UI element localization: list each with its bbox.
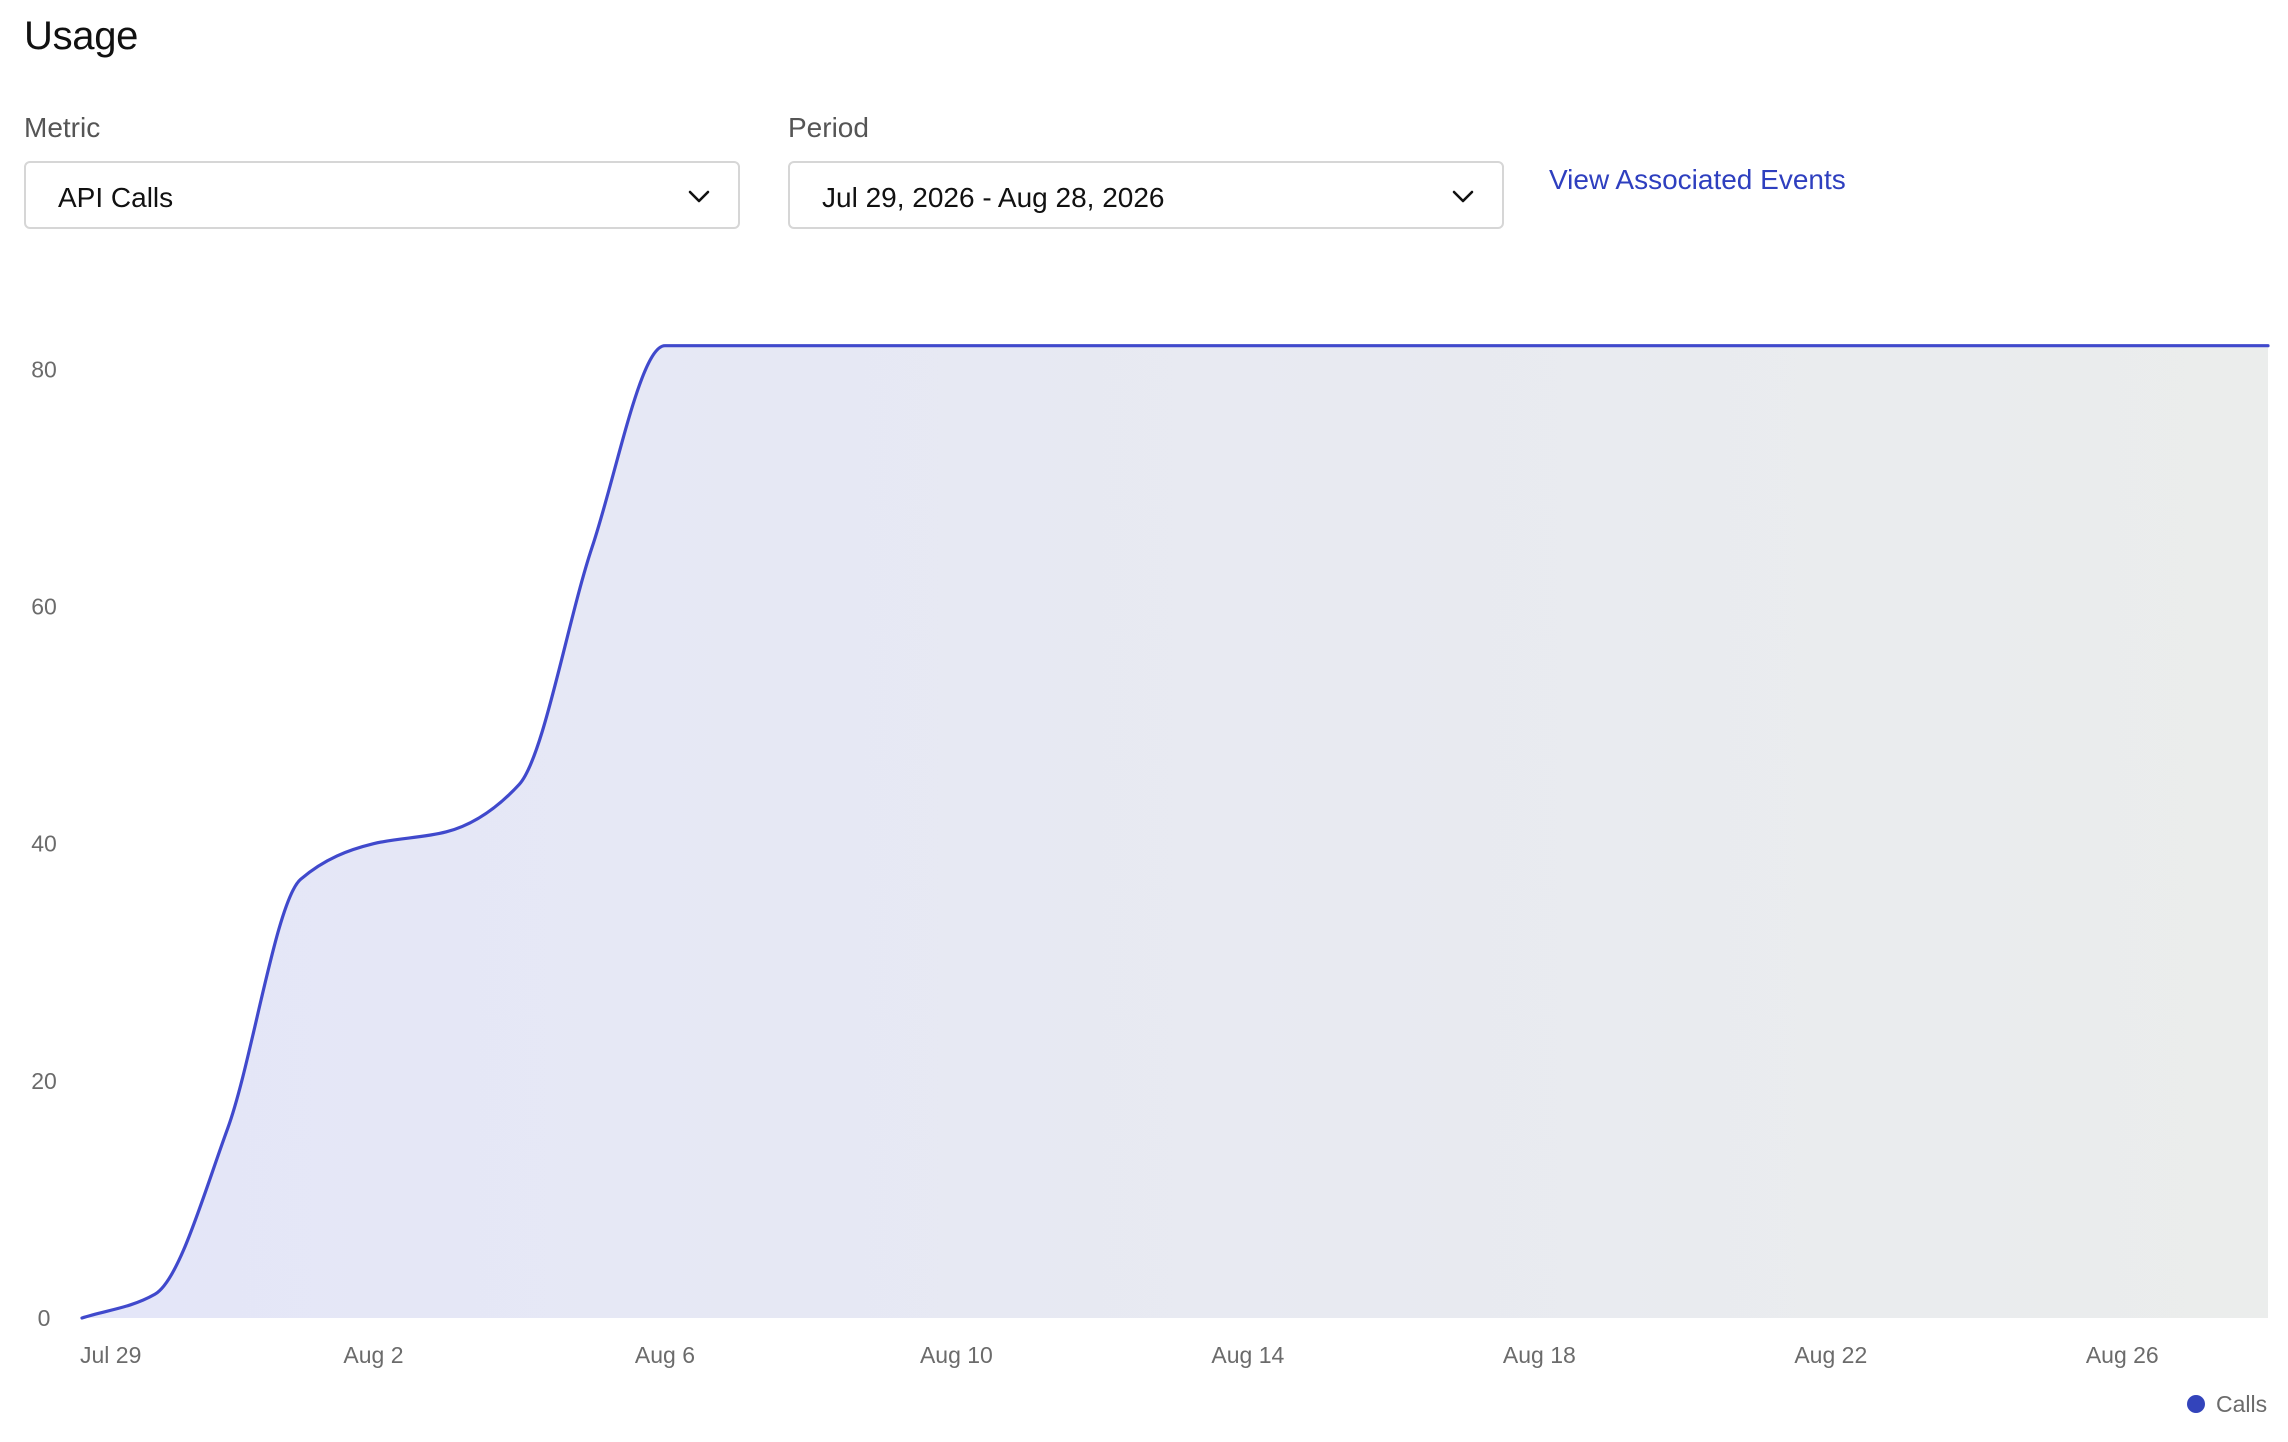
period-select-value: Jul 29, 2026 - Aug 28, 2026 bbox=[822, 182, 1165, 213]
series-area-0 bbox=[82, 345, 2268, 1319]
y-axis: 0 20 40 60 80 bbox=[31, 356, 57, 1331]
chart-legend: Calls bbox=[2187, 1391, 2267, 1417]
chart-area-layer bbox=[82, 345, 2268, 1319]
x-tick-label: Aug 6 bbox=[635, 1342, 695, 1368]
y-tick-label: 80 bbox=[31, 356, 57, 382]
metric-label: Metric bbox=[24, 112, 101, 143]
period-select[interactable]: Jul 29, 2026 - Aug 28, 2026 bbox=[788, 161, 1504, 229]
page-title: Usage bbox=[24, 14, 139, 58]
y-tick-label: 20 bbox=[31, 1068, 57, 1094]
x-tick-label: Aug 18 bbox=[1503, 1342, 1576, 1368]
x-tick-label: Aug 26 bbox=[2086, 1342, 2159, 1368]
y-tick-label: 0 bbox=[38, 1305, 51, 1331]
x-tick-label: Aug 2 bbox=[343, 1342, 403, 1368]
metric-select-value: API Calls bbox=[58, 182, 174, 213]
circle-icon bbox=[2187, 1395, 2205, 1413]
x-tick-label: Jul 29 bbox=[80, 1342, 141, 1368]
metric-select[interactable]: API Calls bbox=[24, 161, 740, 229]
x-tick-label: Aug 22 bbox=[1794, 1342, 1867, 1368]
chevron-down-icon bbox=[688, 190, 710, 203]
view-associated-events-link[interactable]: View Associated Events bbox=[1549, 164, 1846, 196]
x-axis: Jul 29 Aug 2 Aug 6 Aug 10 Aug 14 Aug 18 Aug 22… bbox=[80, 1342, 2159, 1368]
usage-chart: 0 20 40 60 80 Jul 29 Aug 2 Aug 6 Aug 10 Aug 14 Au… bbox=[31, 344, 2270, 1417]
x-tick-label: Aug 14 bbox=[1211, 1342, 1284, 1368]
period-label: Period bbox=[788, 112, 869, 143]
chevron-down-icon bbox=[1452, 190, 1474, 203]
y-tick-label: 40 bbox=[31, 831, 57, 857]
x-tick-label: Aug 10 bbox=[920, 1342, 993, 1368]
legend-label: Calls bbox=[2216, 1391, 2267, 1417]
y-tick-label: 60 bbox=[31, 594, 57, 620]
